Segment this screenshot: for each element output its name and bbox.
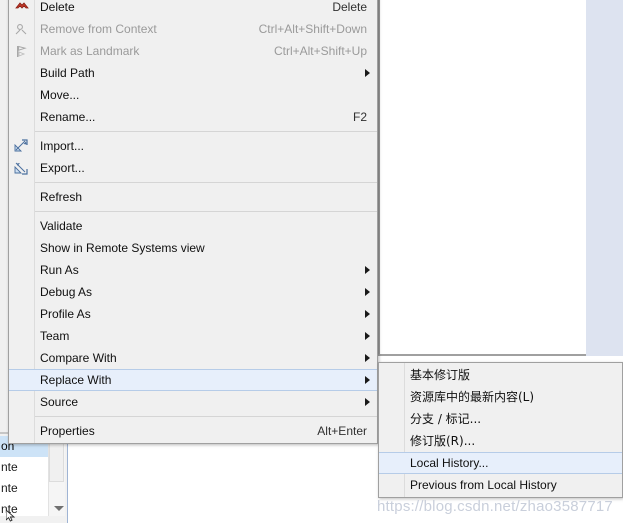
menu-item-replace-with[interactable]: Replace With	[9, 369, 377, 391]
import-icon	[13, 138, 30, 154]
menu-item-delete[interactable]: Delete Delete	[9, 0, 377, 18]
menu-separator	[9, 211, 377, 212]
submenu-item-label: 基本修订版	[410, 368, 471, 382]
menu-item-run-as[interactable]: Run As	[9, 259, 377, 281]
submenu-arrow-icon	[365, 354, 370, 362]
submenu-item-base-revision[interactable]: 基本修订版	[379, 364, 622, 386]
menu-item-label: Move...	[40, 88, 80, 102]
menu-item-remove-from-context[interactable]: Remove from Context Ctrl+Alt+Shift+Down	[9, 18, 377, 40]
menu-item-accelerator: F2	[352, 110, 367, 124]
submenu-item-label: 资源库中的最新内容(L)	[410, 390, 535, 404]
menu-item-label: Mark as Landmark	[40, 44, 140, 58]
menu-item-label: Debug As	[40, 285, 93, 299]
menu-item-label: Run As	[40, 263, 79, 277]
submenu-arrow-icon	[365, 398, 370, 406]
right-toolbar-region: J u	[586, 0, 623, 356]
menu-item-debug-as[interactable]: Debug As	[9, 281, 377, 303]
menu-item-move[interactable]: Move...	[9, 84, 377, 106]
menu-item-source[interactable]: Source	[9, 391, 377, 413]
menu-item-label: Show in Remote Systems view	[40, 241, 205, 255]
menu-item-label: Replace With	[40, 373, 112, 387]
menu-item-team[interactable]: Team	[9, 325, 377, 347]
menu-item-accelerator: Ctrl+Alt+Shift+Up	[273, 44, 367, 58]
menu-separator	[9, 182, 377, 183]
screen-root: J u	[0, 0, 623, 523]
menu-item-label: Properties	[40, 424, 95, 438]
menu-item-label: Refresh	[40, 190, 83, 204]
menu-item-label: Remove from Context	[40, 22, 157, 36]
menu-item-label: Profile As	[40, 307, 91, 321]
menu-item-label: Validate	[40, 219, 83, 233]
menu-separator	[9, 416, 377, 417]
menu-separator	[9, 131, 377, 132]
replace-with-submenu[interactable]: 基本修订版 资源库中的最新内容(L) 分支 / 标记... 修订版(R)... …	[378, 362, 623, 498]
submenu-arrow-icon	[365, 376, 370, 384]
submenu-item-revision[interactable]: 修订版(R)...	[379, 430, 622, 452]
menu-item-label: Delete	[40, 0, 75, 14]
menu-item-build-path[interactable]: Build Path	[9, 62, 377, 84]
submenu-item-previous-from-local-history[interactable]: Previous from Local History	[379, 474, 622, 496]
submenu-arrow-icon	[365, 69, 370, 77]
menu-item-import[interactable]: Import...	[9, 135, 377, 157]
remove-from-context-icon	[13, 21, 30, 37]
bottom-tree[interactable]: on nte nte nte	[0, 436, 48, 516]
submenu-item-label: Local History...	[410, 456, 489, 470]
export-icon	[13, 160, 30, 176]
submenu-item-label: 分支 / 标记...	[410, 412, 482, 426]
delete-x-icon	[13, 0, 30, 15]
menu-item-accelerator: Delete	[332, 0, 367, 14]
editor-area[interactable]	[378, 0, 586, 356]
menu-item-accelerator: Alt+Enter	[317, 424, 367, 438]
menu-item-show-in-remote-systems-view[interactable]: Show in Remote Systems view	[9, 237, 377, 259]
menu-item-refresh[interactable]: Refresh	[9, 186, 377, 208]
menu-item-label: Source	[40, 395, 79, 409]
menu-item-label: Rename...	[40, 110, 96, 124]
menu-item-mark-as-landmark[interactable]: Mark as Landmark Ctrl+Alt+Shift+Up	[9, 40, 377, 62]
scroll-down-arrow-icon[interactable]	[54, 506, 64, 511]
submenu-arrow-icon	[365, 332, 370, 340]
submenu-item-label: 修订版(R)...	[410, 434, 476, 448]
mouse-cursor-icon	[5, 509, 16, 522]
submenu-arrow-icon	[365, 310, 370, 318]
list-item[interactable]: nte	[0, 478, 48, 499]
submenu-arrow-icon	[365, 266, 370, 274]
menu-item-label: Export...	[40, 161, 85, 175]
menu-item-validate[interactable]: Validate	[9, 215, 377, 237]
submenu-item-latest-from-repository[interactable]: 资源库中的最新内容(L)	[379, 386, 622, 408]
list-item[interactable]: nte	[0, 457, 48, 478]
menu-item-label: Team	[40, 329, 70, 343]
context-menu[interactable]: Delete Delete Remove from Context Ctrl+A…	[8, 0, 378, 444]
watermark-text: https://blog.csdn.net/zhao3587717	[377, 498, 613, 515]
menu-item-export[interactable]: Export...	[9, 157, 377, 179]
editor-area-bottom-edge	[378, 354, 586, 356]
submenu-item-label: Previous from Local History	[410, 478, 557, 492]
submenu-item-branch-tag[interactable]: 分支 / 标记...	[379, 408, 622, 430]
menu-item-label: Compare With	[40, 351, 117, 365]
menu-item-properties[interactable]: Properties Alt+Enter	[9, 420, 377, 442]
menu-item-profile-as[interactable]: Profile As	[9, 303, 377, 325]
submenu-item-local-history[interactable]: Local History...	[379, 452, 622, 474]
submenu-arrow-icon	[365, 288, 370, 296]
menu-item-label: Import...	[40, 139, 85, 153]
menu-item-compare-with[interactable]: Compare With	[9, 347, 377, 369]
menu-item-accelerator: Ctrl+Alt+Shift+Down	[258, 22, 367, 36]
menu-item-label: Build Path	[40, 66, 95, 80]
landmark-icon	[13, 43, 30, 59]
menu-item-rename[interactable]: Rename... F2	[9, 106, 377, 128]
